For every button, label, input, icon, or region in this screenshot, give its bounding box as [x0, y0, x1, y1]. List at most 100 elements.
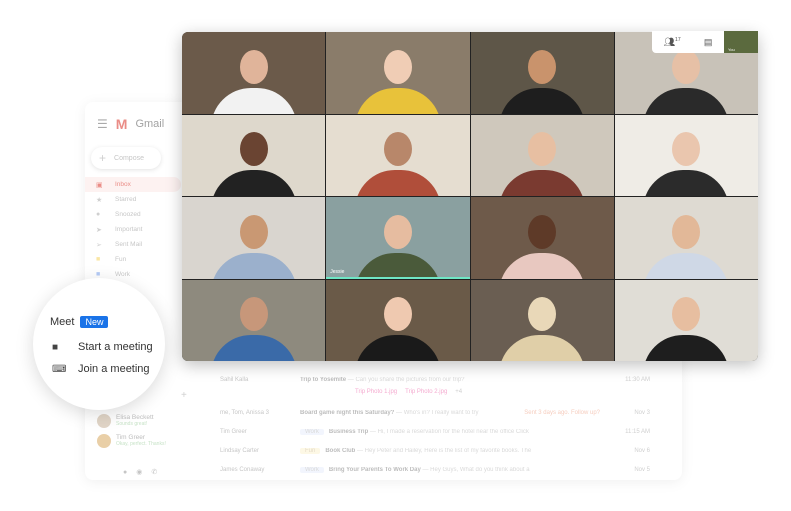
avatar — [97, 434, 111, 448]
participant-tile[interactable] — [326, 114, 470, 196]
star-icon: ★ — [96, 196, 103, 204]
participant-face — [528, 297, 557, 332]
participant-face — [528, 132, 557, 167]
participants-count: 17 — [675, 36, 681, 43]
email-from: Sahil Kalla — [220, 376, 249, 383]
chat-bubble-icon[interactable]: ◉ — [136, 469, 151, 476]
email-time: Nov 3 — [634, 409, 650, 416]
participant-face — [239, 132, 268, 167]
sidebar-item-starred[interactable]: ★ Starred — [85, 192, 181, 207]
chat-item[interactable]: Tim Greer Okay, perfect. Thanks! — [97, 434, 166, 448]
label-icon: ■ — [96, 256, 101, 263]
participant-face — [672, 132, 701, 167]
participant-tile[interactable] — [326, 32, 470, 114]
avatar — [97, 414, 111, 428]
plus-icon: + — [99, 151, 107, 165]
attachments: Trip Photo 1.jpg Trip Photo 2.jpg +4 — [355, 389, 650, 403]
participant-body — [210, 252, 297, 279]
participant-tile[interactable] — [470, 279, 614, 361]
participant-body — [354, 335, 441, 361]
participant-body — [643, 252, 730, 279]
label-chip: Work — [300, 428, 324, 435]
participant-tile[interactable] — [470, 197, 614, 279]
participant-tile[interactable] — [182, 197, 326, 279]
phone-icon[interactable]: ✆ — [151, 469, 166, 476]
email-time: Nov 6 — [634, 447, 650, 454]
speaker-name: Jessie — [330, 268, 345, 275]
participant-body — [643, 87, 730, 114]
nav-label: Inbox — [115, 181, 131, 188]
sidebar-item-snoozed[interactable]: ● Snoozed — [85, 207, 181, 222]
participant-face — [528, 49, 557, 84]
gmail-title: Gmail — [135, 118, 165, 130]
email-subject: Book Club — [325, 447, 356, 454]
participant-tile[interactable] — [326, 279, 470, 361]
person-icon[interactable]: ● — [123, 469, 136, 476]
participant-body — [499, 335, 586, 361]
new-badge: New — [80, 316, 109, 328]
participant-face — [239, 297, 268, 332]
participants-button[interactable]: 👥︎17 — [664, 37, 681, 48]
participant-body — [210, 87, 297, 114]
chat-item[interactable]: Elisa Beckett Sounds great! — [97, 414, 166, 428]
participant-tile[interactable] — [614, 114, 758, 196]
compose-label: Compose — [114, 154, 144, 162]
participant-tile[interactable]: Jessie — [326, 197, 470, 279]
sidebar-item-fun[interactable]: ■ Fun — [85, 252, 181, 267]
email-snippet: — Hey Peter and Hailey, Here is the list… — [355, 447, 532, 454]
follow-up-nudge[interactable]: Sent 3 days ago. Follow up? — [524, 410, 600, 416]
participant-body — [354, 252, 441, 279]
participant-face — [239, 49, 268, 84]
sidebar-item-sent[interactable]: ➢ Sent Mail — [85, 237, 181, 252]
chat-name: Elisa Beckett — [116, 414, 154, 421]
email-from: James Conaway — [220, 466, 265, 473]
email-row[interactable]: James Conaway Work Bring Your Parents To W… — [210, 460, 650, 479]
participant-body — [499, 170, 586, 196]
participant-face — [672, 214, 701, 249]
chat-status: Okay, perfect. Thanks! — [116, 441, 166, 447]
participant-tile[interactable] — [614, 279, 758, 361]
participant-body — [210, 170, 297, 196]
self-view: You — [724, 31, 758, 53]
participant-tile[interactable] — [182, 32, 326, 114]
join-meeting-button[interactable]: ⌨ Join a meeting — [52, 363, 150, 375]
email-row[interactable]: Tim Greer Work Business Trip — Hi, I made … — [210, 422, 650, 441]
participant-tile[interactable] — [182, 279, 326, 361]
chat-icon[interactable]: ▤ — [704, 37, 713, 48]
attachment-chip[interactable]: Trip Photo 2.jpg — [405, 389, 447, 403]
participant-tile[interactable] — [614, 197, 758, 279]
hamburger-icon[interactable]: ☰ — [97, 117, 108, 131]
participant-tile[interactable] — [470, 114, 614, 196]
sidebar-item-inbox[interactable]: ▣ Inbox — [85, 177, 181, 192]
start-meeting-button[interactable]: ■ Start a meeting — [52, 341, 153, 353]
sidebar-item-important[interactable]: ➤ Important — [85, 222, 181, 237]
participant-body — [354, 87, 441, 114]
keyboard-icon: ⌨ — [52, 363, 67, 375]
add-chat-icon[interactable]: + — [181, 390, 187, 401]
participant-tile[interactable] — [470, 32, 614, 114]
label-chip: Fun — [300, 447, 321, 454]
nav-label: Work — [115, 271, 131, 278]
participant-tile[interactable] — [182, 114, 326, 196]
meet-title: Meet — [50, 316, 75, 328]
email-row[interactable]: Lindsay Carter Fun Book Club — Hey Peter a… — [210, 441, 650, 460]
participant-face — [383, 297, 412, 332]
attachment-chip[interactable]: Trip Photo 1.jpg — [355, 389, 397, 403]
email-time: 11:30 AM — [625, 376, 650, 383]
email-subject: Trip to Yosemite — [300, 376, 347, 383]
self-name: You — [728, 47, 735, 52]
participant-face — [672, 297, 701, 332]
email-subject: Board game night this Saturday? — [300, 409, 395, 416]
nav-label: Starred — [115, 196, 137, 203]
email-row[interactable]: Sahil Kalla Trip to Yosemite — Can you sh… — [210, 370, 650, 389]
participant-body — [643, 335, 730, 361]
nav-label: Sent Mail — [115, 241, 143, 248]
email-row[interactable]: me, Tom, Anissa 3 Board game night this S… — [210, 403, 650, 422]
email-list: Sahil Kalla Trip to Yosemite — Can you sh… — [210, 370, 650, 479]
start-meeting-label: Start a meeting — [78, 341, 153, 353]
meet-panel: Meet New ■ Start a meeting ⌨ Join a meeting — [33, 278, 165, 410]
chat-status: Sounds great! — [116, 421, 148, 427]
more-attachments[interactable]: +4 — [455, 389, 462, 403]
participant-face — [672, 49, 701, 84]
compose-button[interactable]: + Compose — [91, 147, 161, 169]
